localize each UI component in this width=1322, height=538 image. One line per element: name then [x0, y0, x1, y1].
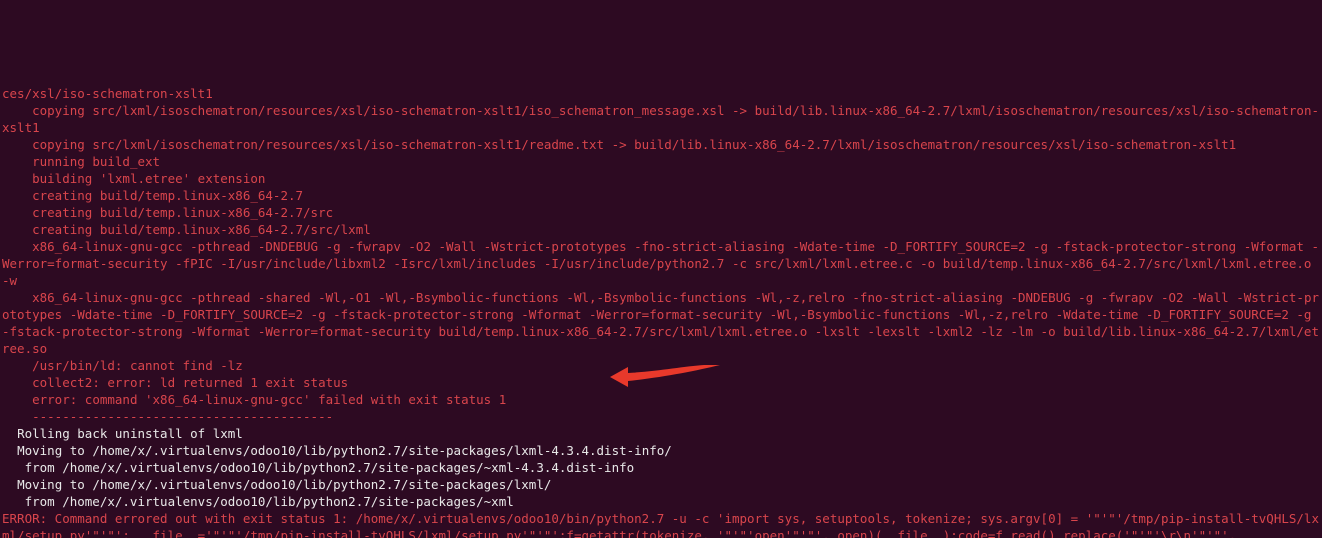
terminal-line: copying src/lxml/isoschematron/resources… [2, 102, 1320, 136]
terminal-line: from /home/x/.virtualenvs/odoo10/lib/pyt… [2, 493, 1320, 510]
terminal-line: creating build/temp.linux-x86_64-2.7/src… [2, 221, 1320, 238]
terminal-line: creating build/temp.linux-x86_64-2.7 [2, 187, 1320, 204]
terminal-line: running build_ext [2, 153, 1320, 170]
terminal-line: ces/xsl/iso-schematron-xslt1 [2, 85, 1320, 102]
terminal-line: creating build/temp.linux-x86_64-2.7/src [2, 204, 1320, 221]
terminal-output[interactable]: ces/xsl/iso-schematron-xslt1 copying src… [0, 85, 1322, 538]
terminal-line: x86_64-linux-gnu-gcc -pthread -DNDEBUG -… [2, 238, 1320, 289]
terminal-line: ERROR: Command errored out with exit sta… [2, 510, 1320, 538]
terminal-line: error: command 'x86_64-linux-gnu-gcc' fa… [2, 391, 1320, 408]
terminal-line: Rolling back uninstall of lxml [2, 425, 1320, 442]
terminal-line: x86_64-linux-gnu-gcc -pthread -shared -W… [2, 289, 1320, 357]
terminal-line: building 'lxml.etree' extension [2, 170, 1320, 187]
terminal-line: ---------------------------------------- [2, 408, 1320, 425]
terminal-line: from /home/x/.virtualenvs/odoo10/lib/pyt… [2, 459, 1320, 476]
terminal-line: Moving to /home/x/.virtualenvs/odoo10/li… [2, 476, 1320, 493]
terminal-line: /usr/bin/ld: cannot find -lz [2, 357, 1320, 374]
terminal-line: collect2: error: ld returned 1 exit stat… [2, 374, 1320, 391]
terminal-line: Moving to /home/x/.virtualenvs/odoo10/li… [2, 442, 1320, 459]
terminal-line: copying src/lxml/isoschematron/resources… [2, 136, 1320, 153]
